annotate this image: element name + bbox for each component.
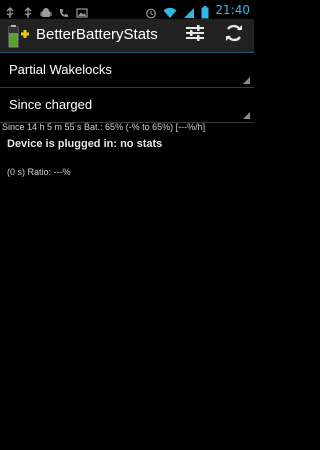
filters-icon [185,24,205,46]
notification-icons [4,2,88,18]
usb-icon [4,4,16,18]
dropdown-triangle-icon [243,77,250,84]
ratio-info: (0 s) Ratio: ---% [7,167,71,177]
android-debug-icon [40,4,52,17]
reference-label: Since charged [9,97,93,112]
status-bar: 21:40 [0,0,254,19]
signal-icon [183,4,195,18]
battery-icon [201,4,209,18]
app-title: BetterBatteryStats [36,26,158,43]
stat-type-spinner[interactable]: Partial Wakelocks [0,53,254,88]
status-time: 21:40 [215,2,250,17]
usb-icon [22,4,34,18]
battery-app-icon[interactable] [7,24,31,48]
stat-type-label: Partial Wakelocks [9,62,112,77]
plugged-message: Device is plugged in: no stats [7,138,163,150]
system-icons: 21:40 [145,1,250,18]
reference-spinner[interactable]: Since charged [0,88,254,123]
wifi-icon [163,4,177,18]
filters-button[interactable] [182,22,208,48]
missed-call-icon [58,4,70,17]
refresh-button[interactable] [221,22,247,48]
action-bar: BetterBatteryStats [0,19,254,52]
refresh-icon [224,23,244,47]
dropdown-triangle-icon [243,112,250,119]
image-icon [76,4,88,18]
since-info: Since 14 h 5 m 55 s Bat.: 65% (-% to 65%… [2,122,206,132]
alarm-icon [145,4,157,18]
